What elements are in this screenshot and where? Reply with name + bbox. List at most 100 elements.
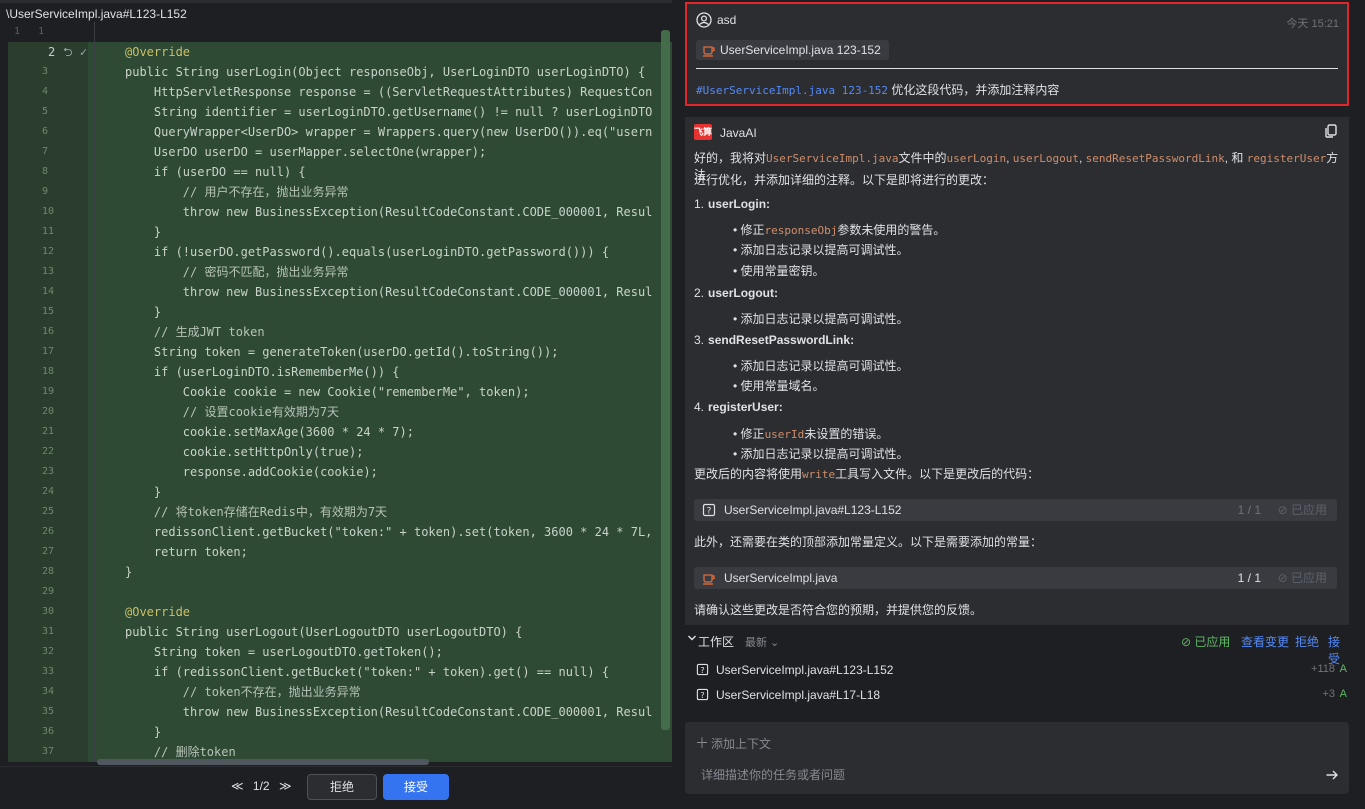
code-text: String identifier = userLoginDTO.getUser… [125,105,653,119]
gutter-separator [94,542,95,562]
code-text: String token = generateToken(userDO.getI… [125,345,559,359]
prompt-file-reference[interactable]: #UserServiceImpl.java 123-152 [696,84,888,97]
code-line: 1 1 [8,22,672,42]
workspace-file-status: A [1339,663,1347,675]
line-number: 25 [8,502,88,522]
line-number: 11 [8,222,88,242]
diff-editor-panel: \UserServiceImpl.java#L123-L152 1 1 2 ⮌ ✓ @… [0,0,672,809]
message-timestamp: 今天 15:21 [1286,18,1339,30]
gutter-separator [94,502,95,522]
workspace-file-row[interactable]: ? UserServiceImpl.java#L123-L152 +118 A [685,658,1349,682]
gutter-separator [94,222,95,242]
code-line: 27 return token; [8,542,672,562]
workspace-version-select[interactable]: 最新 ⌄ [745,634,779,650]
code-line: 36 } [8,722,672,742]
gutter-separator [94,182,95,202]
javaai-logo-icon: 飞算 [694,124,712,140]
code-text: throw new BusinessException(ResultCodeCo… [125,205,653,219]
workspace-panel: 工作区 最新 ⌄ ⊘ 已应用 查看变更 拒绝 接受 ? UserServiceI… [685,625,1349,713]
code-block-status: ⊘ 已应用 [1277,571,1327,585]
code-line: 12 if (!userDO.getPassword().equals(user… [8,242,672,262]
gutter-separator [94,262,95,282]
ai-message: 飞算 JavaAI 好的，我将对UserServiceImpl.java文件中的… [685,117,1349,625]
ai-also-note: 此外，还需要在类的顶部添加常量定义。以下是需要添加的常量： [694,535,1043,549]
gutter-separator [94,362,95,382]
code-block-chip[interactable]: ? UserServiceImpl.java#L123-L152 1 / 1 ⊘… [694,499,1337,521]
code-block-count: 1 / 1 [1237,503,1261,517]
line-number: 24 [8,482,88,502]
code-file-icon: ? [696,688,709,701]
gutter-separator [94,202,95,222]
java-file-icon [703,574,715,585]
gutter-separator [94,402,95,422]
task-input[interactable] [701,766,1301,784]
accept-button[interactable]: 接受 [383,774,449,800]
diff-pager: ≪ 1/2 ≫ [228,779,295,793]
gutter-separator [94,162,95,182]
code-block-chip[interactable]: UserServiceImpl.java 1 / 1 ⊘ 已应用 [694,567,1337,589]
copy-icon[interactable] [1323,123,1339,139]
code-text: return token; [125,545,248,559]
code-line: 28} [8,562,672,582]
next-diff-button[interactable]: ≫ [279,779,292,793]
code-text: QueryWrapper<UserDO> wrapper = Wrappers.… [125,125,653,139]
gutter-separator [94,282,95,302]
code-text: // 密码不匹配，抛出业务异常 [125,265,349,279]
code-text: if (userDO == null) { [125,165,306,179]
prompt-text: 优化这段代码，并添加注释内容 [888,83,1060,97]
gutter-separator [94,582,95,602]
gutter-separator [94,622,95,642]
message-divider [696,68,1338,69]
line-number: 26 [8,522,88,542]
code-line: 19 Cookie cookie = new Cookie("rememberM… [8,382,672,402]
add-context-button[interactable]: ＋添加上下文 [695,733,771,753]
code-text: HttpServletResponse response = ((Servlet… [125,85,653,99]
ai-bullet: • 使用常量密钥。 [733,264,825,278]
code-text: // 用户不存在，抛出业务异常 [125,185,349,199]
line-number: 36 [8,722,88,742]
gutter-separator [94,22,95,42]
send-arrow-icon[interactable] [1325,768,1339,782]
ai-bullet: • 修正responseObj参数未使用的警告。 [733,223,946,237]
code-editor[interactable]: 1 1 2 ⮌ ✓ @Override 3 public String userLogin… [8,22,672,766]
context-file-name: UserServiceImpl.java 123-152 [720,43,881,57]
code-text: } [125,225,162,239]
code-line: 8 if (userDO == null) { [8,162,672,182]
ai-confirm-note: 请确认这些更改是否符合您的预期，并提供您的反馈。 [694,603,983,617]
revert-check-icon[interactable]: ⮌ ✓ [63,42,87,62]
reject-button[interactable]: 拒绝 [307,774,377,800]
code-text: cookie.setMaxAge(3600 * 24 * 7); [125,425,414,439]
code-line: 4 HttpServletResponse response = ((Servl… [8,82,672,102]
workspace-file-row[interactable]: ? UserServiceImpl.java#L17-L18 +3 A [685,683,1349,707]
code-line: 11 } [8,222,672,242]
chevron-down-icon[interactable] [687,633,697,643]
line-number: 18 [8,362,88,382]
ai-list-item-2: 2. userLogout: [694,286,779,300]
gutter-separator [94,722,95,742]
code-text: UserDO userDO = userMapper.selectOne(wra… [125,145,487,159]
svg-text:?: ? [707,507,712,517]
code-line: 21 cookie.setMaxAge(3600 * 24 * 7); [8,422,672,442]
code-line: 7 UserDO userDO = userMapper.selectOne(w… [8,142,672,162]
context-file-chip[interactable]: UserServiceImpl.java 123-152 [696,40,889,60]
workspace-reject-link[interactable]: 拒绝 [1295,633,1319,650]
workspace-title[interactable]: 工作区 [698,633,734,650]
prev-diff-button[interactable]: ≪ [231,779,244,793]
code-text: cookie.setHttpOnly(true); [125,445,364,459]
vertical-scrollbar[interactable] [661,30,670,730]
code-text: // token不存在，抛出业务异常 [125,685,361,699]
code-text: // 将token存储在Redis中，有效期为7天 [125,505,388,519]
ai-write-note: 更改后的内容将使用write工具写入文件。以下是更改后的代码： [694,467,1040,481]
code-block-status: ⊘ 已应用 [1277,503,1327,517]
code-line: 23 response.addCookie(cookie); [8,462,672,482]
view-changes-link[interactable]: 查看变更 [1241,633,1289,650]
code-line: 22 cookie.setHttpOnly(true); [8,442,672,462]
workspace-applied-status: ⊘ 已应用 [1181,635,1231,649]
horizontal-scrollbar[interactable] [97,759,429,765]
code-line: 34 // token不存在，抛出业务异常 [8,682,672,702]
line-number: 33 [8,662,88,682]
ai-bullet: • 修正userId未设置的错误。 [733,427,889,441]
code-line: 15 } [8,302,672,322]
chat-input-box: ＋添加上下文 [685,722,1349,794]
ai-bullet: • 添加日志记录以提高可调试性。 [733,312,909,326]
